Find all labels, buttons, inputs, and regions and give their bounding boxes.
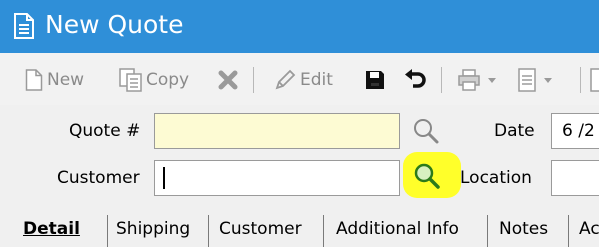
- tab-separator: [487, 215, 488, 247]
- toolbar-separator: [580, 67, 581, 93]
- title-bar: New Quote: [0, 0, 599, 53]
- tab-shipping[interactable]: Shipping: [116, 211, 190, 247]
- customer-label: Customer: [57, 168, 140, 188]
- location-label: Location: [460, 168, 532, 188]
- window-title: New Quote: [45, 10, 184, 39]
- pencil-icon: [275, 69, 296, 90]
- edit-button[interactable]: Edit: [274, 67, 333, 93]
- toolbar: New Copy Edit: [0, 53, 599, 105]
- quote-number-field[interactable]: [154, 113, 400, 149]
- tab-customer[interactable]: Customer: [219, 211, 302, 247]
- tab-separator: [323, 215, 324, 247]
- document-icon: [14, 13, 34, 39]
- dropdown-arrow-icon: [544, 78, 552, 83]
- new-button[interactable]: New: [25, 67, 84, 93]
- search-icon[interactable]: [412, 117, 440, 145]
- new-document-icon: [25, 69, 43, 91]
- edit-label: Edit: [300, 70, 333, 90]
- date-value: 6 /2: [562, 121, 595, 141]
- dropdown-arrow-icon: [488, 78, 496, 83]
- tab-bar: Detail Shipping Customer Additional Info…: [0, 211, 599, 247]
- tab-detail[interactable]: Detail: [23, 211, 80, 247]
- new-label: New: [47, 70, 85, 90]
- date-label: Date: [494, 121, 535, 141]
- text-cursor: [163, 167, 165, 189]
- undo-icon: [405, 69, 426, 88]
- customer-field[interactable]: [154, 160, 400, 196]
- quote-number-label: Quote #: [69, 121, 141, 141]
- more-button[interactable]: [590, 67, 599, 93]
- toolbar-separator: [441, 67, 442, 93]
- save-button[interactable]: [364, 67, 386, 93]
- customer-search-icon[interactable]: [413, 162, 441, 190]
- quote-form: Quote # Date 6 /2 Customer Location: [0, 105, 599, 211]
- tab-more[interactable]: Ac: [579, 211, 599, 247]
- tab-separator: [107, 215, 108, 247]
- delete-button[interactable]: [218, 67, 238, 93]
- delete-icon: [218, 70, 238, 90]
- copy-icon: [119, 68, 142, 92]
- copy-button[interactable]: Copy: [118, 67, 189, 93]
- printer-icon: [458, 69, 480, 91]
- tab-separator: [568, 215, 569, 247]
- tab-additional-info[interactable]: Additional Info: [336, 211, 459, 247]
- tab-notes[interactable]: Notes: [499, 211, 548, 247]
- report-icon: [518, 68, 536, 92]
- tab-separator: [208, 215, 209, 247]
- date-field[interactable]: 6 /2: [551, 113, 599, 149]
- save-icon: [366, 71, 384, 89]
- copy-label: Copy: [146, 70, 190, 90]
- page-icon: [590, 68, 599, 92]
- undo-button[interactable]: [403, 67, 427, 93]
- print-button[interactable]: [457, 67, 498, 93]
- location-field[interactable]: [551, 160, 599, 196]
- report-button[interactable]: [517, 67, 554, 93]
- toolbar-separator: [253, 67, 254, 93]
